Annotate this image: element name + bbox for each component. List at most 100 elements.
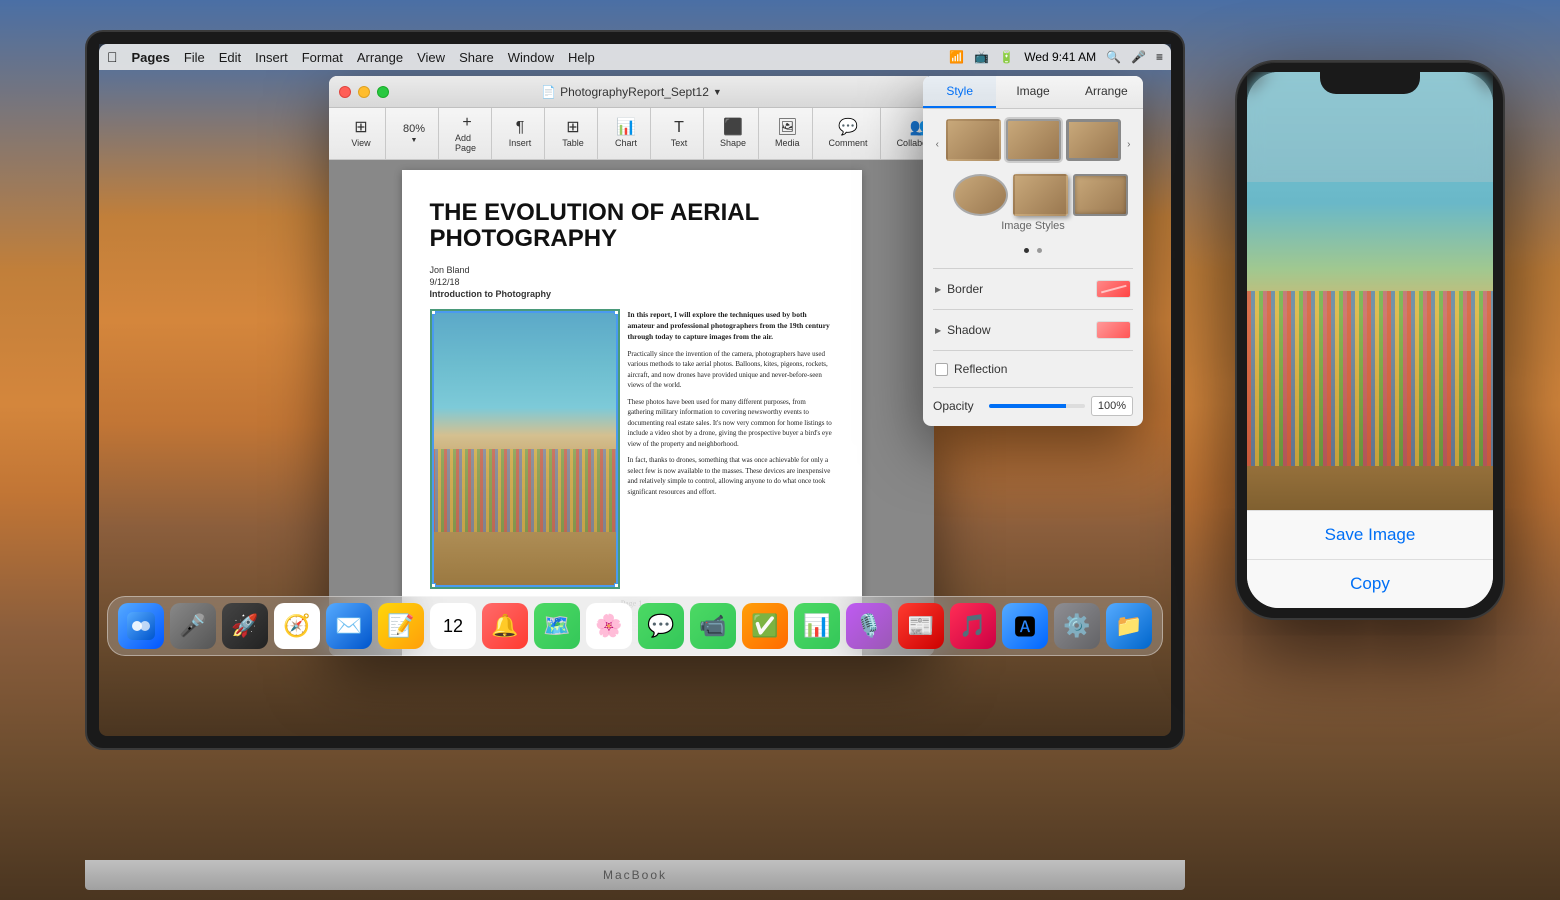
media-button[interactable]: 🖼 Media — [767, 116, 808, 152]
iphone-device: Save Image Copy — [1235, 60, 1505, 620]
comment-button[interactable]: 💬 Comment — [821, 116, 876, 152]
opacity-slider[interactable] — [989, 404, 1085, 408]
shadow-triangle-icon[interactable]: ▶ — [935, 326, 941, 335]
shape-icon: ⬛ — [723, 120, 743, 136]
search-icon[interactable]: 🔍 — [1106, 50, 1121, 64]
tab-image[interactable]: Image — [996, 76, 1069, 108]
iphone-notch — [1320, 72, 1420, 94]
resize-handle-tl[interactable] — [430, 309, 436, 315]
dock-launchpad-blue[interactable]: 📁 — [1106, 603, 1152, 649]
text-button[interactable]: T Text — [659, 116, 699, 152]
style-thumb-1[interactable] — [946, 119, 1001, 161]
menu-window[interactable]: Window — [508, 50, 554, 65]
apple-logo-icon[interactable]:  — [107, 49, 118, 65]
minimize-button[interactable] — [358, 86, 370, 98]
dock-messages[interactable]: 💬 — [638, 603, 684, 649]
shadow-color-swatch[interactable] — [1096, 321, 1131, 339]
save-image-button[interactable]: Save Image — [1247, 511, 1493, 560]
resize-handle-tr[interactable] — [614, 309, 620, 315]
menu-help[interactable]: Help — [568, 50, 595, 65]
border-row: ▶ Border — [933, 277, 1133, 301]
prev-styles-button[interactable]: ‹ — [933, 136, 942, 152]
opacity-value-input[interactable] — [1091, 396, 1133, 416]
window-titlebar: 📄 PhotographyReport_Sept12 ▼ — [329, 76, 934, 108]
chevron-down-icon[interactable]: ▼ — [713, 87, 722, 97]
iphone-image-area — [1247, 72, 1493, 510]
menu-view[interactable]: View — [417, 50, 445, 65]
border-color-swatch[interactable] — [1096, 280, 1131, 298]
table-button[interactable]: ⊞ Table — [553, 116, 593, 152]
chart-button[interactable]: 📊 Chart — [606, 116, 646, 152]
next-styles-button[interactable]: › — [1125, 136, 1134, 152]
dock-numbers[interactable]: 📊 — [794, 603, 840, 649]
insert-button[interactable]: ¶ Insert — [500, 116, 540, 152]
macbook-screen:  Pages File Edit Insert Format Arrange … — [99, 44, 1171, 736]
style-thumb-5[interactable] — [1013, 174, 1068, 216]
comment-label: Comment — [829, 138, 868, 148]
tab-style[interactable]: Style — [923, 76, 996, 108]
tab-arrange[interactable]: Arrange — [1070, 76, 1143, 108]
reflection-checkbox[interactable] — [935, 363, 948, 376]
close-button[interactable] — [339, 86, 351, 98]
maximize-button[interactable] — [377, 86, 389, 98]
shadow-section: ▶ Shadow — [933, 309, 1133, 350]
dock-podcasts[interactable]: 🎙️ — [846, 603, 892, 649]
opacity-row: Opacity — [933, 396, 1133, 416]
dock-music[interactable]: 🎵 — [950, 603, 996, 649]
zoom-button[interactable]: 80% ▼ — [394, 119, 434, 148]
menu-share[interactable]: Share — [459, 50, 494, 65]
style-thumb-3[interactable] — [1066, 119, 1121, 161]
dock-launchpad[interactable]: 🚀 — [222, 603, 268, 649]
dock-reminders[interactable]: 🔔 — [482, 603, 528, 649]
paragraph-icon: ¶ — [516, 120, 525, 136]
siri-icon[interactable]: 🎤 — [1131, 50, 1146, 64]
format-panel-body: ‹ › Image Styles — [923, 109, 1143, 426]
dock: 🎤 🚀 🧭 ✉️ 📝 12 🔔 — [107, 596, 1163, 656]
notification-icon[interactable]: ≡ — [1156, 50, 1163, 64]
view-button[interactable]: ⊞ View — [341, 116, 381, 152]
menu-file[interactable]: File — [184, 50, 205, 65]
menu-edit[interactable]: Edit — [219, 50, 241, 65]
menu-format[interactable]: Format — [302, 50, 343, 65]
macbook-screen-bezel:  Pages File Edit Insert Format Arrange … — [85, 30, 1185, 750]
dock-appstore[interactable]: 🅰 — [1002, 603, 1048, 649]
shape-label: Shape — [720, 138, 746, 148]
border-triangle-icon[interactable]: ▶ — [935, 285, 941, 294]
view-label: View — [351, 138, 370, 148]
menu-arrange[interactable]: Arrange — [357, 50, 403, 65]
copy-button[interactable]: Copy — [1247, 560, 1493, 608]
style-thumb-4[interactable] — [953, 174, 1008, 216]
style-thumb-6[interactable] — [1073, 174, 1128, 216]
dock-calendar[interactable]: 12 — [430, 603, 476, 649]
menu-app-name[interactable]: Pages — [132, 50, 170, 65]
shape-button[interactable]: ⬛ Shape — [712, 116, 754, 152]
table-group: ⊞ Table — [549, 108, 598, 159]
comment-icon: 💬 — [838, 120, 858, 136]
resize-handle-bl[interactable] — [430, 583, 436, 589]
dock-siri[interactable]: 🎤 — [170, 603, 216, 649]
dock-notes[interactable]: 📝 — [378, 603, 424, 649]
doc-aerial-photo[interactable] — [430, 309, 620, 589]
table-label: Table — [562, 138, 584, 148]
style-thumb-2[interactable] — [1006, 119, 1061, 161]
add-page-label: Add Page — [455, 133, 479, 153]
beach-scene — [432, 311, 618, 587]
dock-sysprefs[interactable]: ⚙️ — [1054, 603, 1100, 649]
dock-maps[interactable]: 🗺️ — [534, 603, 580, 649]
iphone-content: Save Image Copy — [1247, 72, 1493, 608]
menu-insert[interactable]: Insert — [255, 50, 288, 65]
doc-page-scroll[interactable]: THE EVOLUTION OF AERIAL PHOTOGRAPHY Jon … — [329, 160, 934, 656]
media-label: Media — [775, 138, 800, 148]
dock-safari[interactable]: 🧭 — [274, 603, 320, 649]
dock-photos[interactable]: 🌸 — [586, 603, 632, 649]
dock-things[interactable]: ✅ — [742, 603, 788, 649]
resize-handle-br[interactable] — [614, 583, 620, 589]
dock-mail[interactable]: ✉️ — [326, 603, 372, 649]
dock-facetime[interactable]: 📹 — [690, 603, 736, 649]
dock-news[interactable]: 📰 — [898, 603, 944, 649]
add-page-button[interactable]: + Add Page — [447, 111, 487, 157]
dock-finder[interactable] — [118, 603, 164, 649]
doc-content-area: THE EVOLUTION OF AERIAL PHOTOGRAPHY Jon … — [329, 160, 934, 656]
menu-bar:  Pages File Edit Insert Format Arrange … — [99, 44, 1171, 70]
doc-date: 9/12/18 — [430, 277, 834, 287]
